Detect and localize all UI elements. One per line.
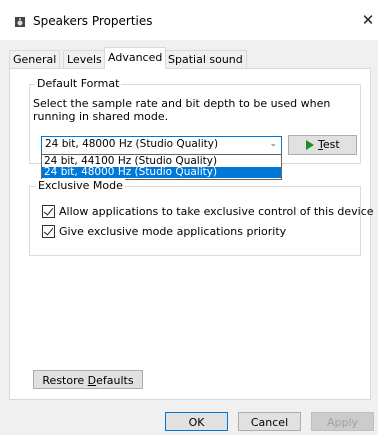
sample-rate-select[interactable]: 24 bit, 48000 Hz (Studio Quality) ⌄ [41, 136, 282, 155]
sample-rate-dropdown-list: 24 bit, 44100 Hz (Studio Quality) 24 bit… [41, 154, 282, 180]
checkmark-icon [43, 225, 54, 236]
checkmark-icon [43, 205, 54, 216]
exclusive-mode-label: Exclusive Mode [36, 179, 125, 192]
tab-general[interactable]: General [9, 50, 61, 68]
cancel-button[interactable]: Cancel [238, 412, 301, 431]
chevron-down-icon: ⌄ [269, 139, 277, 149]
apply-button[interactable]: Apply [311, 412, 374, 431]
tab-levels[interactable]: Levels [63, 50, 106, 68]
exclusive-mode-group [29, 186, 361, 256]
test-button-label: Test [318, 138, 340, 151]
dropdown-option-selected[interactable]: 24 bit, 48000 Hz (Studio Quality) [42, 167, 281, 178]
allow-exclusive-control-checkbox[interactable] [42, 205, 55, 218]
play-icon [306, 140, 314, 150]
exclusive-priority-checkbox[interactable] [42, 225, 55, 238]
exclusive-priority-label[interactable]: Give exclusive mode applications priorit… [59, 225, 286, 238]
tab-advanced[interactable]: Advanced [104, 47, 167, 69]
sample-rate-selected-value: 24 bit, 48000 Hz (Studio Quality) [45, 138, 219, 150]
window-title: Speakers Properties [33, 14, 153, 28]
restore-defaults-button[interactable]: Restore Defaults [33, 370, 143, 389]
speaker-icon [15, 17, 25, 27]
close-button[interactable]: ✕ [360, 10, 376, 30]
title-bar: Speakers Properties ✕ [0, 0, 378, 40]
allow-exclusive-control-label[interactable]: Allow applications to take exclusive con… [59, 205, 374, 218]
ok-button[interactable]: OK [165, 412, 228, 431]
test-button[interactable]: Test [288, 135, 357, 155]
default-format-label: Default Format [35, 77, 122, 90]
default-format-description: Select the sample rate and bit depth to … [33, 97, 331, 123]
tab-spatial-sound[interactable]: Spatial sound [164, 50, 247, 68]
close-icon: ✕ [361, 11, 375, 29]
